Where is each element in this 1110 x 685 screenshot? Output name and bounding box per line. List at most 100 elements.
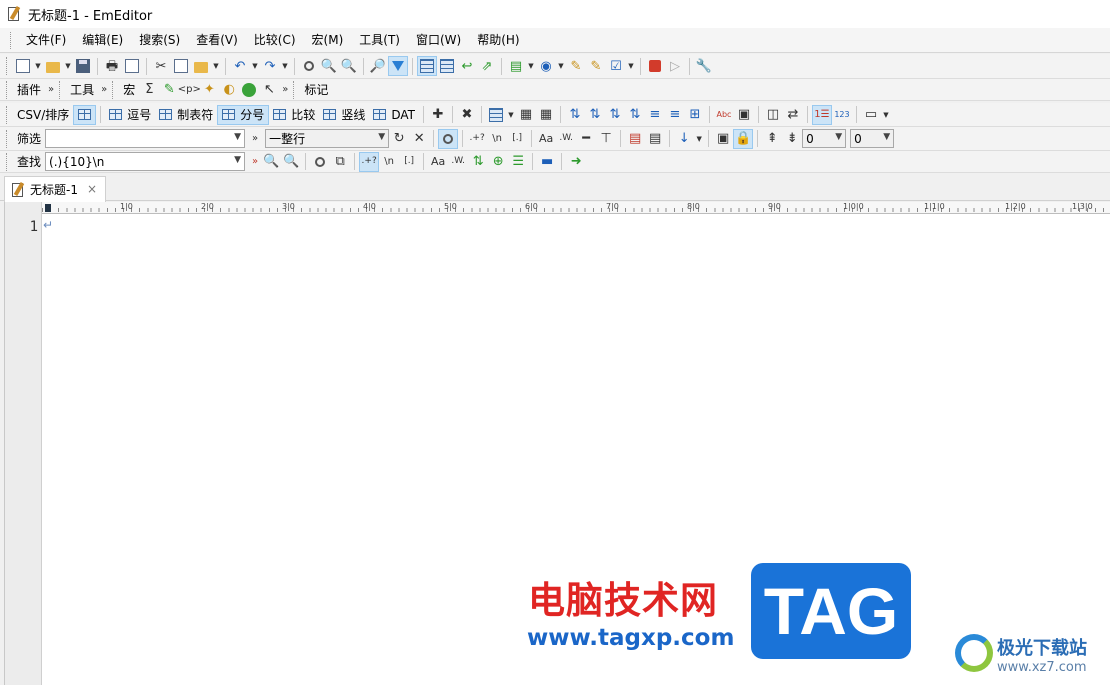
line-numbers-button[interactable]: 123 (832, 105, 852, 125)
web-button[interactable]: ◉ (536, 56, 556, 76)
csv-dat-button[interactable]: DAT (369, 105, 419, 125)
macros-chevron-icon[interactable]: » (279, 84, 291, 95)
filter-button[interactable] (388, 56, 408, 76)
copy-button[interactable] (171, 56, 191, 76)
print-preview-button[interactable] (122, 56, 142, 76)
find-prev-bar-button[interactable]: 🔍 (281, 152, 301, 172)
csv-tools-button[interactable]: ✖ (457, 105, 477, 125)
csv-semicolon-button[interactable]: 分号 (217, 104, 270, 125)
outline-button[interactable] (417, 56, 437, 76)
frozen-columns-dropdown-icon[interactable]: ▼ (881, 111, 891, 119)
sort-asc-button[interactable]: ⇅ (565, 105, 585, 125)
find-in-files-button[interactable]: 🔎 (368, 56, 388, 76)
filter-input[interactable]: ▼ (45, 129, 246, 148)
csv-compare-button[interactable]: 比较 (269, 105, 319, 125)
find-input[interactable]: (.){10}\n ▼ (45, 152, 246, 171)
find-web-button[interactable]: ⊕ (488, 152, 508, 172)
csv-normal-button[interactable] (73, 104, 97, 125)
column-props-button[interactable]: ▦ (536, 105, 556, 125)
filter-bookmark-button[interactable]: ━ (576, 129, 596, 149)
tools-chevron-icon[interactable]: » (98, 84, 110, 95)
chevron-down-icon[interactable]: ▼ (835, 132, 842, 142)
macros-grip[interactable] (112, 80, 115, 99)
tools-grip[interactable] (59, 80, 62, 99)
open-file-button[interactable] (43, 56, 63, 76)
sort-length-desc-button[interactable]: ≡ (665, 105, 685, 125)
filter-before-lines-select[interactable]: 0 ▼ (802, 129, 847, 148)
find-bracket-button[interactable]: [.] (399, 152, 419, 172)
filter-lock-button[interactable]: 🔒 (733, 128, 754, 149)
menu-tools[interactable]: 工具(T) (351, 29, 408, 51)
filter-bracket-button[interactable]: [.] (507, 129, 527, 149)
save-button[interactable] (73, 56, 93, 76)
sigma-button[interactable]: Σ (139, 80, 159, 100)
filter-newline-button[interactable]: \n (487, 129, 507, 149)
columns-button[interactable] (486, 105, 506, 125)
filter-prev-button[interactable]: ⇞ (762, 129, 782, 149)
csv-tab-button[interactable]: 制表符 (155, 105, 217, 125)
find-list-button[interactable]: ☰ (508, 152, 528, 172)
filter-after-lines-select[interactable]: 0 ▼ (850, 129, 895, 148)
macro-c-button[interactable]: ↖ (259, 80, 279, 100)
compare-split-button[interactable]: ◫ (763, 105, 783, 125)
properties-button[interactable]: ✎ (586, 56, 606, 76)
csv-grip[interactable] (6, 105, 9, 124)
columns-dropdown-icon[interactable]: ▼ (506, 111, 516, 119)
find-regex-button[interactable]: .+? (359, 151, 380, 172)
filter-clear-button[interactable]: ⊤ (596, 129, 616, 149)
menu-view[interactable]: 查看(V) (188, 29, 246, 51)
script-button[interactable]: ✎ (159, 80, 179, 100)
filter-next-button[interactable]: ⇟ (782, 129, 802, 149)
filter-doc-button[interactable]: ▤ (645, 129, 665, 149)
find-go-button[interactable]: ➜ (566, 152, 586, 172)
spellcheck-button[interactable]: Abc (714, 105, 734, 125)
new-file-button[interactable] (13, 56, 33, 76)
menu-file[interactable]: 文件(F) (18, 29, 74, 51)
find-dialog-button[interactable]: ▬ (537, 152, 557, 172)
undo-button[interactable]: ↶ (230, 56, 250, 76)
find-grip[interactable] (6, 152, 9, 171)
refresh-filter-button[interactable]: ↻ (389, 129, 409, 149)
new-file-dropdown-icon[interactable]: ▼ (33, 62, 43, 70)
checklist-button[interactable]: ☑ (606, 56, 626, 76)
find-next-button[interactable]: 🔍 (319, 56, 339, 76)
tools-button[interactable]: 🔧 (694, 56, 714, 76)
undo-dropdown-icon[interactable]: ▼ (250, 62, 260, 70)
frozen-columns-button[interactable]: ▭ (861, 105, 881, 125)
toolbar-grip[interactable] (6, 57, 9, 75)
numbered-list-button[interactable]: 1☰ (811, 104, 832, 125)
html-tag-button[interactable]: <p> (178, 80, 201, 100)
sort-desc-button[interactable]: ⇅ (585, 105, 605, 125)
open-file-dropdown-icon[interactable]: ▼ (63, 62, 73, 70)
sort-num-desc-button[interactable]: ⇅ (625, 105, 645, 125)
filter-chevron-icon[interactable]: » (249, 133, 261, 144)
macro-b-button[interactable]: ◐ (219, 80, 239, 100)
customize-button[interactable]: ✎ (566, 56, 586, 76)
wrap-button[interactable]: ↩ (457, 56, 477, 76)
record-macro-button[interactable] (645, 56, 665, 76)
find-case-button[interactable]: Aa (428, 152, 448, 172)
export-button[interactable]: ⇗ (477, 56, 497, 76)
cut-button[interactable]: ✂ (151, 56, 171, 76)
filter-down-button[interactable]: ↓ (674, 129, 694, 149)
tools-label[interactable]: 工具 (66, 81, 98, 98)
paste-dropdown-icon[interactable]: ▼ (211, 62, 221, 70)
redo-button[interactable]: ↷ (260, 56, 280, 76)
encoding-dropdown-icon[interactable]: ▼ (526, 62, 536, 70)
plugins-grip[interactable] (6, 80, 9, 99)
tab-untitled-1[interactable]: 无标题-1 × (4, 176, 106, 202)
web-dropdown-icon[interactable]: ▼ (556, 62, 566, 70)
find-newline-button[interactable]: \n (379, 152, 399, 172)
chevron-down-icon[interactable]: ▼ (234, 132, 241, 142)
menu-macro[interactable]: 宏(M) (304, 29, 352, 51)
print-button[interactable]: 🖶 (102, 56, 122, 76)
add-column-button[interactable]: ✚ (428, 105, 448, 125)
plugins-chevron-icon[interactable]: » (45, 84, 57, 95)
macro-a-button[interactable]: ✦ (199, 80, 219, 100)
run-macro-button[interactable]: ▷ (665, 56, 685, 76)
menubar-grip[interactable] (10, 31, 13, 49)
spell-options-button[interactable]: ▣ (734, 105, 754, 125)
menu-edit[interactable]: 编辑(E) (74, 29, 131, 51)
filter-grip[interactable] (6, 129, 9, 148)
filter-dialog-button[interactable]: ▣ (713, 129, 733, 149)
